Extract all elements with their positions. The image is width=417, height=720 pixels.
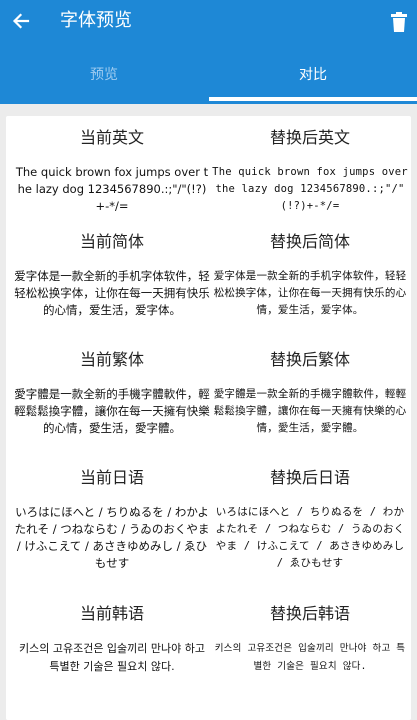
current-traditional-title: 当前繁体 [79,350,144,369]
current-japanese-block: 当前日语 いろはにほへと / ちりぬるを / わかよたれそ / つねならむ / … [14,466,210,572]
current-english-block: 当前英文 The quick brown fox jumps over the … [14,126,210,215]
current-english-title: 当前英文 [79,128,144,147]
current-traditional-block: 当前繁体 愛字體是一款全新的手機字體軟件，輕輕鬆鬆換字體，讓你在每一天擁有快樂的… [14,348,210,437]
current-simplified-title: 当前简体 [79,232,144,251]
tab-indicator [209,97,417,101]
replaced-english-text: The quick brown fox jumps over the lazy … [212,166,408,212]
replaced-simplified-text: 爱字体是一款全新的手机字体软件，轻轻松松换字体，让你在每一天拥有快乐的心情，爱生… [213,270,407,316]
replaced-traditional-title: 替换后繁体 [269,350,350,369]
current-japanese-title: 当前日语 [79,468,144,487]
current-simplified-block: 当前简体 爱字体是一款全新的手机字体软件，轻轻松松换字体，让你在每一天拥有快乐的… [14,230,210,319]
current-simplified-text: 爱字体是一款全新的手机字体软件，轻轻松松换字体，让你在每一天拥有快乐的心情，爱生… [14,269,210,317]
current-traditional-text: 愛字體是一款全新的手機字體軟件，輕輕鬆鬆換字體，讓你在每一天擁有快樂的心情，愛生… [14,387,210,435]
replaced-simplified-block: 替换后简体 爱字体是一款全新的手机字体软件，轻轻松松换字体，让你在每一天拥有快乐… [212,230,408,319]
toolbar: 字体预览 [0,0,417,44]
current-korean-text: 키스의 고유조건은 입술끼리 만나야 하고 특별한 기술은 필요치 않다. [18,642,206,673]
replaced-korean-block: 替换后韩语 키스의 고유조건은 입술끼리 만나야 하고 특별한 기술은 필요치 … [212,602,408,676]
replaced-traditional-block: 替换后繁体 愛字體是一款全新的手機字體軟件，輕輕鬆鬆換字體，讓你在每一天擁有快樂… [212,348,408,437]
back-button[interactable] [6,6,36,36]
current-english-text: The quick brown fox jumps over the lazy … [15,165,209,213]
comparison-card: 当前英文 The quick brown fox jumps over the … [6,116,411,720]
replaced-english-title: 替换后英文 [269,128,350,147]
tab-bar: 预览 对比 [0,56,417,104]
replaced-korean-title: 替换后韩语 [269,604,350,623]
app-bar: 字体预览 预览 对比 [0,0,417,104]
page-title: 字体预览 [60,10,132,31]
tab-compare[interactable]: 对比 [209,56,417,100]
replaced-korean-text: 키스의 고유조건은 입술끼리 만나야 하고 특별한 기술은 필요치 않다. [214,643,406,672]
replaced-japanese-block: 替换后日语 いろはにほへと / ちりぬるを / わかよたれそ / つねならむ /… [212,466,408,572]
replaced-japanese-text: いろはにほへと / ちりぬるを / わかよたれそ / つねならむ / うゐのおく… [215,506,405,569]
delete-button[interactable] [385,8,413,36]
arrow-left-icon [12,13,30,29]
trash-icon [391,12,407,32]
replaced-traditional-text: 愛字體是一款全新的手機字體軟件，輕輕鬆鬆換字體，讓你在每一天擁有快樂的心情，愛生… [213,388,407,434]
replaced-japanese-title: 替换后日语 [269,468,350,487]
current-japanese-text: いろはにほへと / ちりぬるを / わかよたれそ / つねならむ / うゐのおく… [14,505,210,570]
current-korean-block: 当前韩语 키스의 고유조건은 입술끼리 만나야 하고 특별한 기술은 필요치 않… [14,602,210,676]
replaced-english-block: 替换后英文 The quick brown fox jumps over the… [212,126,408,215]
replaced-simplified-title: 替换后简体 [269,232,350,251]
tab-preview[interactable]: 预览 [0,56,208,100]
current-korean-title: 当前韩语 [79,604,144,623]
